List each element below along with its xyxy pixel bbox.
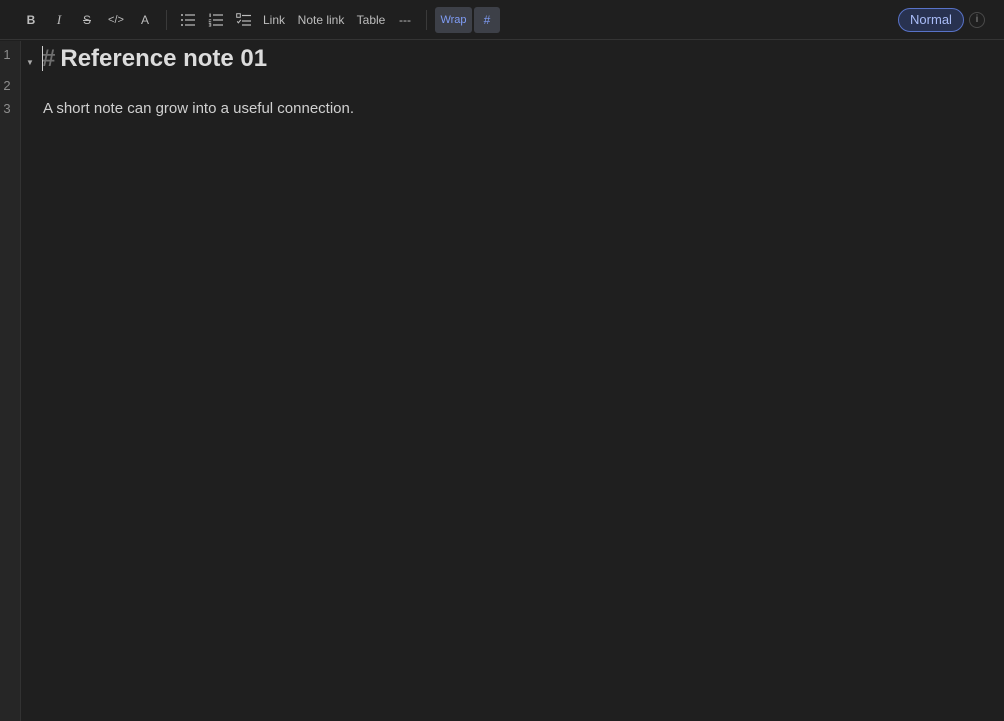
code-button[interactable]: </> xyxy=(104,8,128,32)
insert-link-button[interactable]: Link xyxy=(260,8,288,32)
text-cursor xyxy=(42,46,43,71)
insert-table-button[interactable]: Table xyxy=(354,8,388,32)
checklist-button[interactable] xyxy=(234,8,254,32)
line-number: 1 xyxy=(3,47,11,62)
insert-note-link-button[interactable]: Note link xyxy=(294,8,348,32)
heading-line[interactable]: # Reference note 01 xyxy=(42,43,267,75)
heading-text: Reference note 01 xyxy=(60,45,268,72)
editor-mode-selector[interactable]: Normal xyxy=(898,8,964,32)
line-number: 2 xyxy=(3,78,11,93)
heading-mark: # xyxy=(42,45,56,72)
strikethrough-button[interactable]: S xyxy=(78,8,96,32)
checklist-icon xyxy=(236,13,251,26)
numbered-list-icon xyxy=(208,13,223,27)
text-color-button[interactable]: A xyxy=(136,8,154,32)
toolbar-separator xyxy=(166,10,167,30)
toolbar-separator xyxy=(426,10,427,30)
fold-toggle-icon[interactable]: ▼ xyxy=(26,58,34,67)
horizontal-rule-button[interactable]: --- xyxy=(394,8,416,32)
bold-button[interactable]: B xyxy=(22,8,40,32)
line-number-gutter xyxy=(0,41,21,721)
formatting-toolbar: B I S </> A Link Note link Table --- Wra… xyxy=(0,0,1004,40)
bullet-list-icon xyxy=(181,14,195,26)
numbered-list-button[interactable] xyxy=(206,8,226,32)
info-icon[interactable]: i xyxy=(969,12,985,28)
line-number: 3 xyxy=(3,101,11,116)
italic-button[interactable]: I xyxy=(50,8,68,32)
body-text-line[interactable]: A short note can grow into a useful conn… xyxy=(43,99,354,119)
wrap-toggle[interactable]: Wrap xyxy=(435,7,472,33)
heading-marks-toggle[interactable]: # xyxy=(474,7,500,33)
bullet-list-button[interactable] xyxy=(178,8,198,32)
